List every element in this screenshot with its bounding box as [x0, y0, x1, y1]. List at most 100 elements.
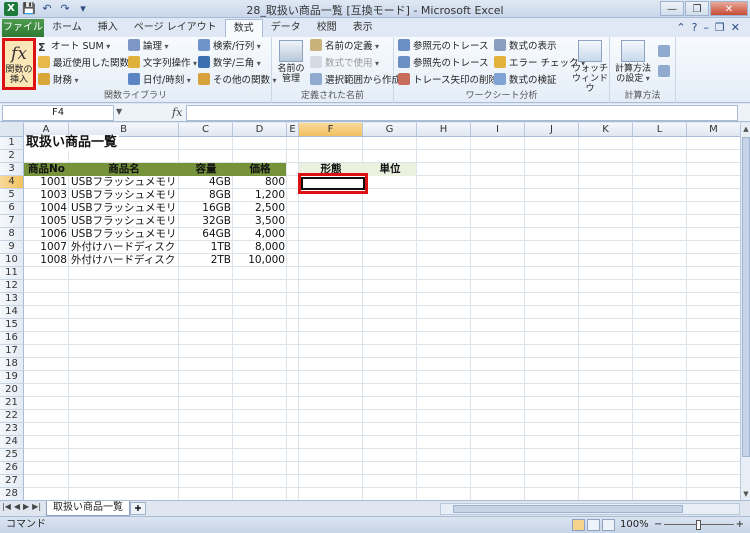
financial-button[interactable]: 財務 — [38, 73, 79, 89]
row-header[interactable]: 20 — [0, 384, 24, 397]
column-header[interactable]: D — [233, 123, 287, 137]
autosum-button[interactable]: Σ オート SUM — [38, 39, 110, 55]
more-functions-button[interactable]: その他の関数 — [198, 73, 277, 89]
vertical-scrollbar[interactable]: ▲ ▼ — [740, 123, 750, 500]
column-header[interactable]: L — [633, 123, 687, 137]
close-button[interactable]: ✕ — [710, 1, 748, 16]
datetime-button[interactable]: 日付/時刻 — [128, 73, 191, 89]
calculation-options-button[interactable]: 計算方法 の設定 — [612, 40, 654, 84]
product-no-cell[interactable]: 1008 — [24, 254, 69, 267]
row-header[interactable]: 3 — [0, 163, 24, 176]
scroll-up-icon[interactable]: ▲ — [741, 123, 750, 135]
capacity-cell[interactable]: 4GB — [179, 176, 233, 189]
table-header-cell[interactable]: 商品No — [24, 163, 69, 176]
capacity-cell[interactable]: 2TB — [179, 254, 233, 267]
price-cell[interactable]: 3,500 — [233, 215, 287, 228]
next-sheet-icon[interactable]: ▶ — [23, 502, 29, 511]
column-header[interactable]: J — [525, 123, 579, 137]
row-header[interactable]: 26 — [0, 462, 24, 475]
remove-arrows-button[interactable]: トレース矢印の削除 — [398, 73, 505, 89]
column-header[interactable]: M — [687, 123, 740, 137]
define-name-button[interactable]: 名前の定義 — [310, 39, 379, 55]
row-header[interactable]: 17 — [0, 345, 24, 358]
row-header[interactable]: 6 — [0, 202, 24, 215]
product-name-cell[interactable]: 外付けハードディスク — [69, 254, 179, 267]
column-header[interactable]: E — [287, 123, 299, 137]
insert-function-fx-button[interactable]: fx — [172, 106, 182, 119]
use-in-formula-button[interactable]: 数式で使用 — [310, 56, 379, 72]
tab-review[interactable]: 校閲 — [309, 19, 345, 37]
column-header[interactable]: C — [179, 123, 233, 137]
restore-button[interactable]: ❐ — [685, 1, 709, 16]
select-all-corner[interactable] — [0, 123, 24, 137]
row-header[interactable]: 13 — [0, 293, 24, 306]
minimize-button[interactable]: — — [660, 1, 684, 16]
product-name-cell[interactable]: USBフラッシュメモリ — [69, 176, 179, 189]
row-header[interactable]: 18 — [0, 358, 24, 371]
zoom-level[interactable]: 100% — [620, 517, 649, 533]
row-header[interactable]: 12 — [0, 280, 24, 293]
tab-page-layout[interactable]: ページ レイアウト — [126, 19, 225, 37]
capacity-cell[interactable]: 16GB — [179, 202, 233, 215]
product-name-cell[interactable]: USBフラッシュメモリ — [69, 228, 179, 241]
product-no-cell[interactable]: 1001 — [24, 176, 69, 189]
page-layout-view-icon[interactable] — [587, 519, 600, 531]
horizontal-scroll-thumb[interactable] — [453, 505, 683, 513]
zoom-out-icon[interactable]: − — [654, 517, 662, 533]
row-header[interactable]: 22 — [0, 410, 24, 423]
side-header-cell[interactable]: 単位 — [363, 163, 417, 176]
math-button[interactable]: 数学/三角 — [198, 56, 261, 72]
row-header[interactable]: 21 — [0, 397, 24, 410]
worksheet-grid[interactable]: A B C D E F G H I J K L M 1 2 3 4 5 6 7 8 9 10 11 12 13 14 15 16 17 18… — [0, 123, 740, 500]
zoom-in-icon[interactable]: + — [736, 517, 744, 533]
row-header[interactable]: 15 — [0, 319, 24, 332]
collapse-ribbon-icon[interactable]: ⌃ — [676, 21, 685, 34]
zoom-slider[interactable]: − + — [654, 517, 744, 533]
formula-input[interactable] — [186, 105, 738, 121]
capacity-cell[interactable]: 32GB — [179, 215, 233, 228]
show-formulas-button[interactable]: 数式の表示 — [494, 39, 557, 55]
row-header[interactable]: 25 — [0, 449, 24, 462]
text-button[interactable]: 文字列操作 — [128, 56, 197, 72]
price-cell[interactable]: 800 — [233, 176, 287, 189]
insert-sheet-icon[interactable]: ✚ — [130, 502, 146, 515]
row-header[interactable]: 4 — [0, 176, 24, 189]
vertical-scroll-thumb[interactable] — [742, 137, 750, 457]
prev-sheet-icon[interactable]: ◀ — [14, 502, 20, 511]
product-no-cell[interactable]: 1003 — [24, 189, 69, 202]
row-header[interactable]: 11 — [0, 267, 24, 280]
tab-data[interactable]: データ — [263, 19, 309, 37]
product-no-cell[interactable]: 1005 — [24, 215, 69, 228]
trace-dependents-button[interactable]: 参照先のトレース — [398, 56, 489, 72]
name-box-dropdown-icon[interactable]: ▼ — [116, 107, 122, 116]
row-header[interactable]: 8 — [0, 228, 24, 241]
row-header[interactable]: 28 — [0, 488, 24, 500]
calculate-sheet-icon[interactable] — [658, 65, 670, 77]
row-header[interactable]: 19 — [0, 371, 24, 384]
page-break-view-icon[interactable] — [602, 519, 615, 531]
workbook-minimize-icon[interactable]: – — [703, 21, 709, 34]
help-icon[interactable]: ? — [692, 21, 698, 34]
tab-file[interactable]: ファイル — [2, 19, 44, 37]
horizontal-scrollbar[interactable] — [440, 503, 740, 515]
product-no-cell[interactable]: 1006 — [24, 228, 69, 241]
workbook-close-icon[interactable]: ✕ — [731, 21, 740, 34]
table-header-cell[interactable]: 商品名 — [69, 163, 179, 176]
row-header[interactable]: 23 — [0, 423, 24, 436]
row-header[interactable]: 10 — [0, 254, 24, 267]
tab-formulas[interactable]: 数式 — [224, 19, 263, 37]
row-header[interactable]: 24 — [0, 436, 24, 449]
calculate-now-icon[interactable] — [658, 45, 670, 57]
price-cell[interactable]: 2,500 — [233, 202, 287, 215]
column-header[interactable]: I — [471, 123, 525, 137]
price-cell[interactable]: 4,000 — [233, 228, 287, 241]
price-cell[interactable]: 10,000 — [233, 254, 287, 267]
column-header[interactable]: K — [579, 123, 633, 137]
first-sheet-icon[interactable]: |◀ — [2, 502, 11, 511]
tab-insert[interactable]: 挿入 — [90, 19, 126, 37]
row-header[interactable]: 5 — [0, 189, 24, 202]
create-from-selection-button[interactable]: 選択範囲から作成 — [310, 73, 401, 89]
column-header[interactable]: F — [299, 123, 363, 137]
row-header[interactable]: 16 — [0, 332, 24, 345]
row-header[interactable]: 9 — [0, 241, 24, 254]
